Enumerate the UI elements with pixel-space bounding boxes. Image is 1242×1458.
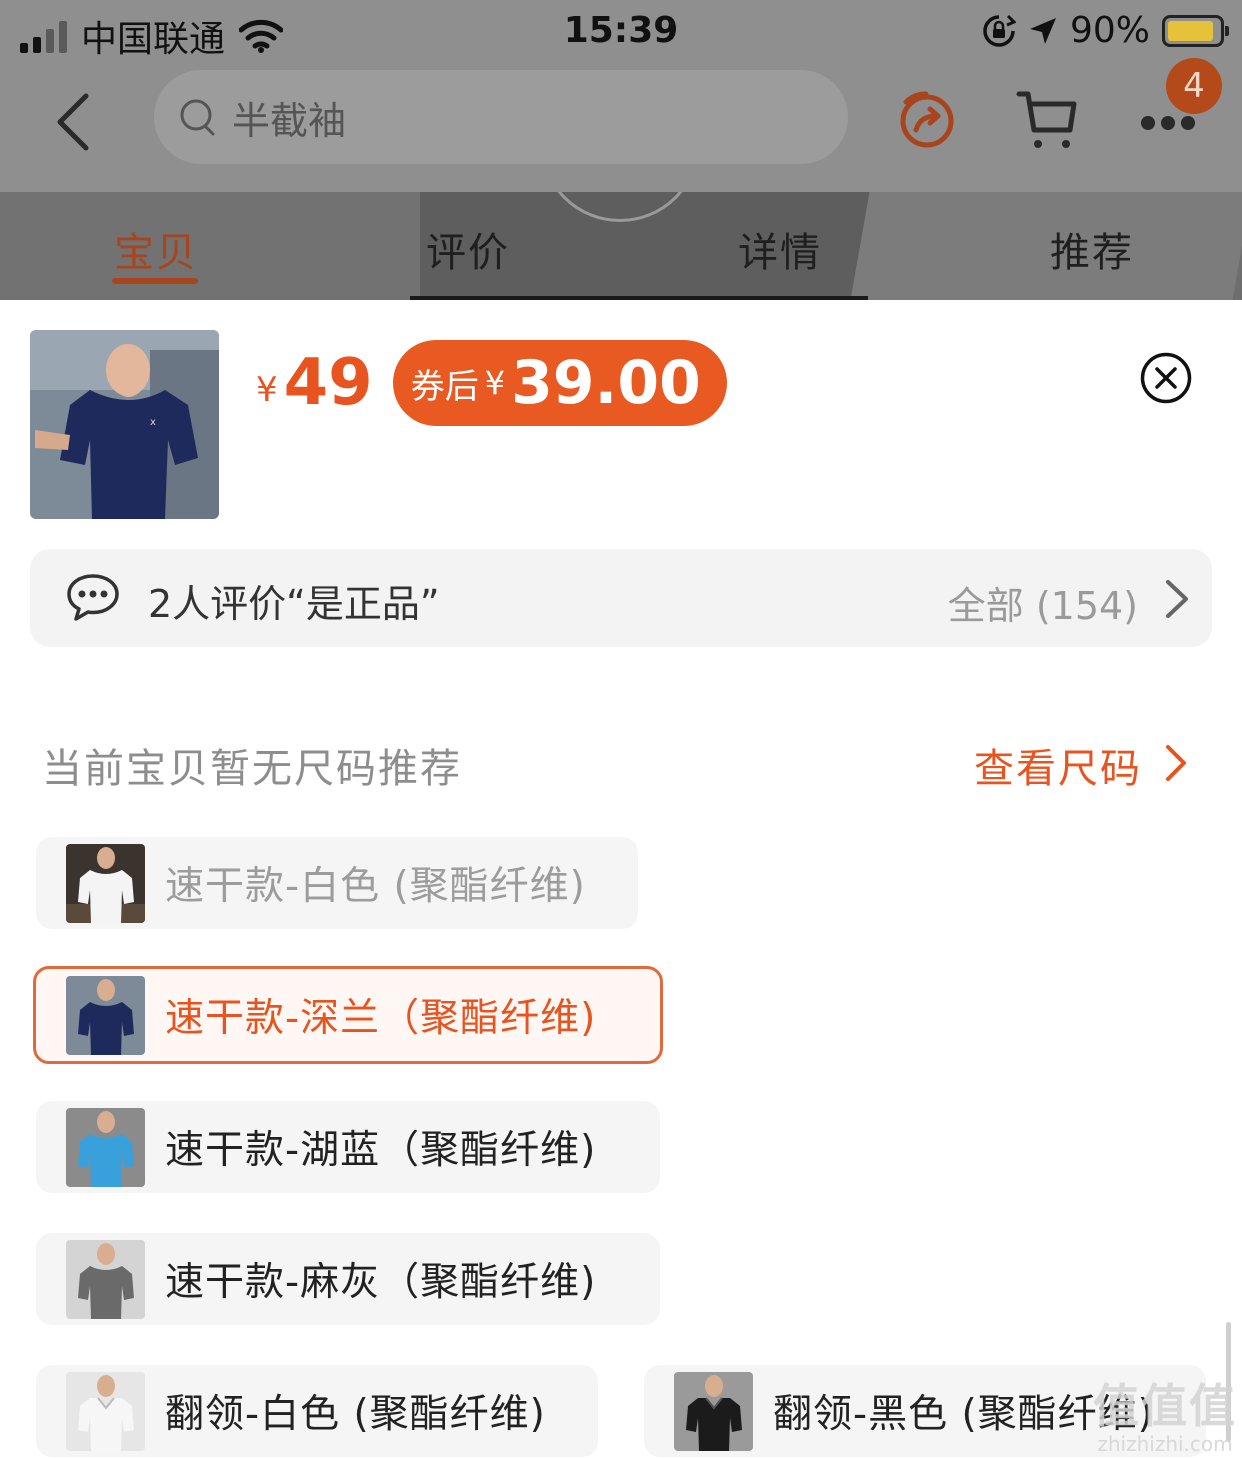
coupon-currency: ¥ — [484, 364, 506, 402]
sku-thumbnail — [66, 1371, 145, 1451]
price-row: ¥ 49 券后 ¥ 39.00 — [256, 340, 727, 426]
product-thumbnail[interactable]: x — [30, 330, 219, 519]
chat-bubble-icon — [67, 574, 119, 621]
cart-icon[interactable] — [1016, 88, 1078, 152]
watermark-logo: 值值值 — [1093, 1379, 1237, 1433]
sku-option[interactable]: 速干款-麻灰（聚酯纤维) — [36, 1233, 660, 1325]
size-hint: 当前宝贝暂无尺码推荐 — [42, 746, 462, 792]
sku-thumbnail — [66, 975, 145, 1055]
sku-option-label: 翻领-白色 (聚酯纤维) — [165, 1392, 546, 1437]
watermark-url: zhizhizhi.com — [1097, 1432, 1233, 1456]
watermark: 值值值 zhizhizhi.com — [1092, 1370, 1238, 1456]
sku-option-label: 速干款-麻灰（聚酯纤维) — [165, 1260, 597, 1305]
tab-recommend[interactable]: 推荐 — [1050, 220, 1134, 278]
search-bar[interactable]: 半截袖 — [154, 70, 848, 164]
battery-icon — [1162, 14, 1229, 47]
battery-percent: 90% — [1069, 10, 1150, 51]
sku-thumbnail — [66, 843, 145, 923]
location-arrow-icon — [1029, 17, 1056, 44]
sku-thumbnail — [674, 1371, 753, 1451]
review-summary-bar[interactable]: 2人评价“是正品” 全部 (154) — [30, 549, 1212, 647]
sku-thumbnail — [66, 1239, 145, 1319]
sku-sheet: x ¥ 49 券后 ¥ 39.00 2人评价“是正品” 全部 (154) 当前宝… — [0, 300, 1242, 1458]
nav-bar: 半截袖 4 — [0, 58, 1242, 192]
tab-details[interactable]: 详情 — [738, 220, 822, 278]
close-icon[interactable] — [1140, 352, 1192, 404]
share-icon[interactable] — [896, 88, 958, 150]
price: 49 — [283, 346, 373, 420]
notification-badge: 4 — [1166, 58, 1222, 114]
search-placeholder: 半截袖 — [232, 98, 347, 143]
chevron-right-icon[interactable] — [1164, 744, 1188, 782]
coupon-label: 券后 — [410, 366, 479, 407]
sku-option[interactable]: 速干款-白色 (聚酯纤维) — [36, 837, 638, 929]
search-icon — [180, 99, 215, 136]
svg-text:x: x — [150, 417, 156, 428]
chevron-right-icon — [1166, 580, 1188, 618]
active-tab-indicator — [112, 278, 198, 284]
rotation-lock-icon — [983, 14, 1016, 47]
coupon-price: 39.00 — [511, 348, 701, 418]
status-bar: 中国联通 15:39 90% — [0, 0, 1242, 64]
review-summary: 2人评价“是正品” — [148, 582, 440, 626]
back-icon[interactable] — [48, 90, 104, 154]
sku-option[interactable]: 速干款-湖蓝（聚酯纤维) — [36, 1101, 660, 1193]
sku-option-label: 速干款-湖蓝（聚酯纤维) — [165, 1128, 597, 1173]
tab-item[interactable]: 宝贝 — [114, 220, 198, 278]
sku-option-selected[interactable]: 速干款-深兰（聚酯纤维) — [33, 966, 663, 1064]
tab-bar: 宝贝 评价 详情 推荐 — [0, 192, 1242, 300]
sku-option-label: 速干款-深兰（聚酯纤维) — [165, 996, 597, 1041]
coupon-price-badge: 券后 ¥ 39.00 — [392, 340, 727, 426]
sku-option-label: 速干款-白色 (聚酯纤维) — [165, 864, 586, 909]
dimmed-header: 中国联通 15:39 90% 半截袖 4 宝贝 评价 详情 推荐 — [0, 0, 1242, 300]
view-size-link[interactable]: 查看尺码 — [974, 736, 1142, 794]
sku-option[interactable]: 翻领-白色 (聚酯纤维) — [36, 1365, 598, 1457]
sku-thumbnail — [66, 1107, 145, 1187]
review-all-count: 全部 (154) — [947, 584, 1138, 628]
tab-reviews[interactable]: 评价 — [426, 220, 510, 278]
currency-symbol: ¥ — [256, 370, 278, 410]
more-dots-icon[interactable] — [1140, 114, 1196, 132]
